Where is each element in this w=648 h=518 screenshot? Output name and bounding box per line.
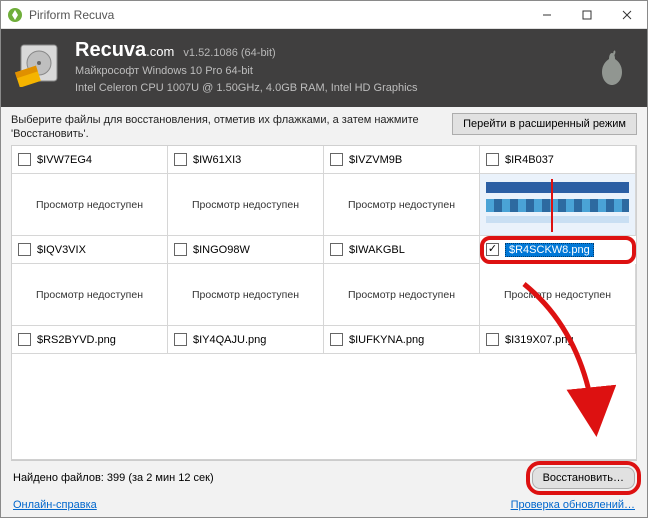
file-cell[interactable]: $IUFKYNA.png — [324, 326, 480, 354]
checkbox[interactable] — [486, 333, 499, 346]
hdd-icon — [15, 39, 63, 87]
window-title: Piriform Recuva — [29, 8, 527, 22]
file-name: $IVW7EG4 — [37, 154, 92, 166]
checkbox[interactable] — [18, 243, 31, 256]
help-link[interactable]: Онлайн-справка — [13, 499, 97, 511]
instructions-text: Выберите файлы для восстановления, отмет… — [11, 113, 444, 142]
preview-cell — [480, 174, 636, 236]
close-button[interactable] — [607, 1, 647, 29]
app-window: Piriform Recuva Recuva.com v1.52.1086 (6… — [0, 0, 648, 518]
sys-info-1: Майкрософт Windows 10 Pro 64-bit — [75, 64, 418, 79]
recover-button[interactable]: Восстановить… — [532, 467, 635, 489]
preview-cell: Просмотр недоступен — [324, 264, 480, 326]
checkbox[interactable] — [330, 153, 343, 166]
status-bar: Найдено файлов: 399 (за 2 мин 12 сек) Во… — [11, 460, 637, 493]
file-cell[interactable]: $IY4QAJU.png — [168, 326, 324, 354]
file-cell[interactable]: $IWAKGBL — [324, 236, 480, 264]
preview-na: Просмотр недоступен — [192, 289, 299, 301]
preview-cell: Просмотр недоступен — [12, 174, 168, 236]
preview-cell: Просмотр недоступен — [480, 264, 636, 326]
brand-suffix: .com — [146, 44, 174, 59]
checkbox[interactable] — [174, 333, 187, 346]
preview-na: Просмотр недоступен — [192, 199, 299, 211]
file-cell[interactable]: $IVW7EG4 — [12, 146, 168, 174]
file-name: $RS2BYVD.png — [37, 334, 116, 346]
updates-link[interactable]: Проверка обновлений… — [511, 499, 635, 511]
preview-cell: Просмотр недоступен — [12, 264, 168, 326]
preview-cell: Просмотр недоступен — [168, 264, 324, 326]
content-area: Выберите файлы для восстановления, отмет… — [1, 107, 647, 517]
status-text: Найдено файлов: 399 (за 2 мин 12 сек) — [13, 472, 532, 484]
file-cell[interactable]: $RS2BYVD.png — [12, 326, 168, 354]
file-name: $INGO98W — [193, 244, 250, 256]
checkbox[interactable] — [174, 153, 187, 166]
preview-cell: Просмотр недоступен — [324, 174, 480, 236]
preview-cell: Просмотр недоступен — [168, 174, 324, 236]
file-cell[interactable]: $INGO98W — [168, 236, 324, 264]
brand-name: Recuva — [75, 39, 146, 61]
sys-info-2: Intel Celeron CPU 1007U @ 1.50GHz, 4.0GB… — [75, 81, 418, 96]
file-name: $I319X07.png — [505, 334, 574, 346]
footer-links: Онлайн-справка Проверка обновлений… — [11, 493, 637, 515]
file-cell[interactable]: $I319X07.png — [480, 326, 636, 354]
header-text: Recuva.com v1.52.1086 (64-bit) Майкрософ… — [75, 39, 418, 97]
checkbox[interactable] — [18, 153, 31, 166]
file-grid[interactable]: $IVW7EG4 $IW61XI3 $IVZVM9B $IR4B037 Прос… — [11, 145, 637, 460]
maximize-button[interactable] — [567, 1, 607, 29]
file-cell[interactable]: $IR4B037 — [480, 146, 636, 174]
advanced-mode-button[interactable]: Перейти в расширенный режим — [452, 113, 637, 135]
version-label: v1.52.1086 (64-bit) — [183, 47, 275, 59]
file-name: $IWAKGBL — [349, 244, 405, 256]
checkbox[interactable] — [330, 333, 343, 346]
checkbox[interactable] — [330, 243, 343, 256]
file-name: $IQV3VIX — [37, 244, 86, 256]
file-name: $IW61XI3 — [193, 154, 241, 166]
checkbox[interactable] — [174, 243, 187, 256]
file-name: $IY4QAJU.png — [193, 334, 266, 346]
checkbox[interactable] — [18, 333, 31, 346]
header-banner: Recuva.com v1.52.1086 (64-bit) Майкрософ… — [1, 29, 647, 107]
titlebar: Piriform Recuva — [1, 1, 647, 29]
preview-na: Просмотр недоступен — [348, 289, 455, 301]
file-cell[interactable]: $IW61XI3 — [168, 146, 324, 174]
preview-na: Просмотр недоступен — [348, 199, 455, 211]
file-cell[interactable]: $IQV3VIX — [12, 236, 168, 264]
piriform-logo-icon — [591, 47, 633, 89]
preview-na: Просмотр недоступен — [36, 289, 143, 301]
thumbnail-image — [480, 174, 635, 235]
checkbox-checked[interactable] — [486, 243, 499, 256]
file-name: $IUFKYNA.png — [349, 334, 424, 346]
file-name-selected: $R4SCKW8.png — [505, 243, 594, 257]
checkbox[interactable] — [486, 153, 499, 166]
preview-na: Просмотр недоступен — [36, 199, 143, 211]
preview-na: Просмотр недоступен — [504, 289, 611, 301]
app-icon — [7, 7, 23, 23]
file-name: $IR4B037 — [505, 154, 554, 166]
file-cell[interactable]: $IVZVM9B — [324, 146, 480, 174]
file-cell-selected[interactable]: $R4SCKW8.png — [480, 236, 636, 264]
minimize-button[interactable] — [527, 1, 567, 29]
file-name: $IVZVM9B — [349, 154, 402, 166]
